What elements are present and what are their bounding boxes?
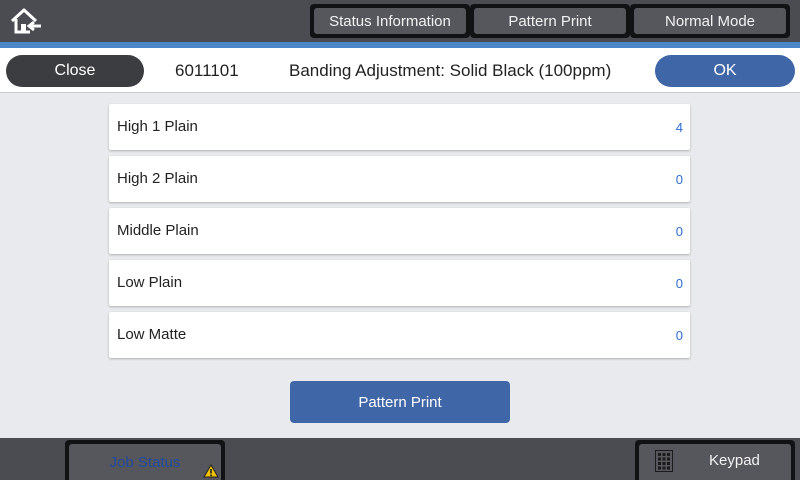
setting-value: 4 [675,120,683,135]
page-title: Banding Adjustment: Solid Black (100ppm) [289,61,612,80]
setting-value: 0 [675,172,683,187]
job-status-label: Job Status [109,453,181,471]
tab-normal-mode[interactable]: Normal Mode [630,4,790,38]
pattern-print-button[interactable]: Pattern Print [290,381,510,423]
tab-status-information-label: Status Information [314,8,466,34]
screen-header: Close 6011101 Banding Adjustment: Solid … [0,48,800,93]
tab-pattern-print[interactable]: Pattern Print [470,4,630,38]
setting-value: 0 [675,224,683,239]
setting-row-middle-plain[interactable]: Middle Plain 0 [109,208,690,254]
keypad-label: Keypad [709,452,760,469]
ok-button[interactable]: OK [655,55,795,87]
adjustment-code: 6011101 [175,61,239,80]
setting-label: High 1 Plain [117,118,198,135]
keypad-icon [655,450,673,472]
home-icon [10,8,41,34]
tab-normal-mode-label: Normal Mode [634,8,786,34]
setting-row-low-matte[interactable]: Low Matte 0 [109,312,690,358]
home-button[interactable] [8,6,44,36]
setting-value: 0 [675,276,683,291]
warning-icon [203,464,219,478]
tab-pattern-print-label: Pattern Print [474,8,626,34]
job-status-button[interactable]: Job Status [65,440,225,480]
top-bar: Status Information Pattern Print Normal … [0,0,800,42]
setting-label: High 2 Plain [117,170,198,187]
close-button[interactable]: Close [6,55,144,87]
setting-value: 0 [675,328,683,343]
setting-label: Low Plain [117,274,183,291]
setting-row-high-1-plain[interactable]: High 1 Plain 4 [109,104,690,150]
keypad-inner: Keypad [639,444,791,480]
setting-label: Low Matte [117,326,187,343]
setting-label: Middle Plain [117,222,199,239]
keypad-button[interactable]: Keypad [635,440,795,480]
tab-status-information[interactable]: Status Information [310,4,470,38]
bottom-bar: Job Status Keypad [0,438,800,480]
setting-row-high-2-plain[interactable]: High 2 Plain 0 [109,156,690,202]
setting-row-low-plain[interactable]: Low Plain 0 [109,260,690,306]
job-status-inner: Job Status [69,444,221,480]
